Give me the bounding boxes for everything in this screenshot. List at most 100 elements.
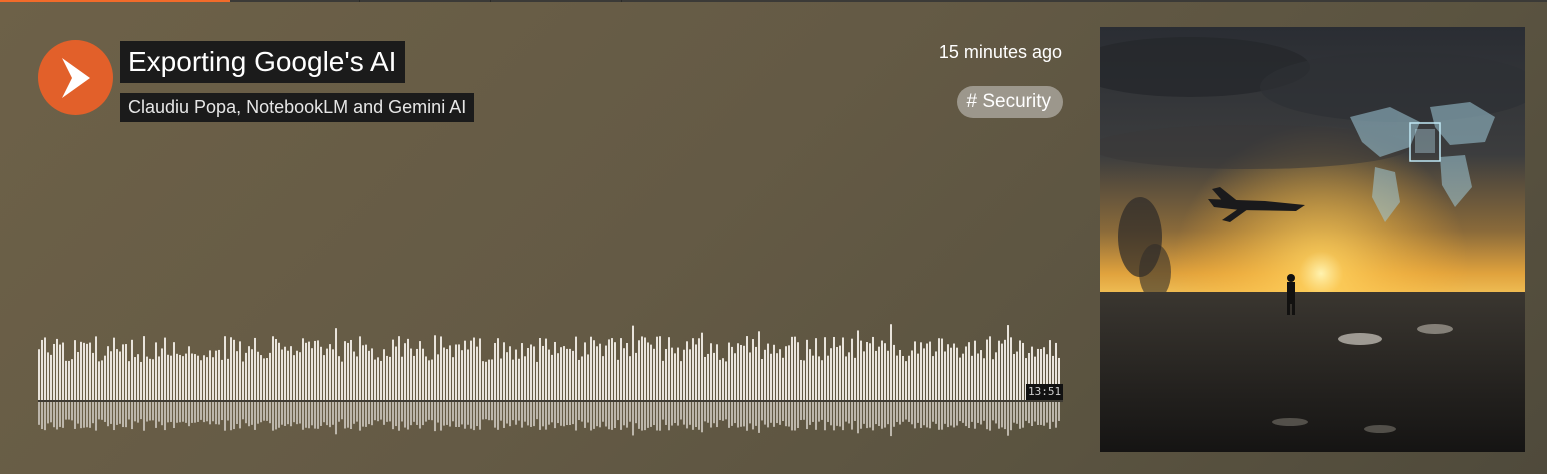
waveform-reflection: [653, 402, 655, 426]
waveform-bar: [347, 342, 349, 400]
waveform-bar: [431, 359, 433, 400]
waveform-reflection: [566, 402, 568, 426]
waveform-reflection: [506, 402, 508, 424]
waveform-bar: [308, 341, 310, 400]
waveform-bar: [125, 344, 127, 400]
waveform-bar: [236, 351, 238, 400]
waveform-bar: [329, 344, 331, 400]
waveform-reflection: [230, 402, 232, 431]
waveform-bar: [500, 358, 502, 400]
waveform-bar: [800, 359, 802, 400]
waveform-bar: [941, 338, 943, 400]
waveform-reflection: [884, 402, 886, 428]
waveform-bar: [1004, 339, 1006, 400]
waveform-bar: [62, 342, 64, 400]
waveform-reflection: [620, 402, 622, 430]
waveform-reflection: [965, 402, 967, 427]
waveform-bar: [839, 345, 841, 400]
waveform-bar: [836, 347, 838, 400]
waveform-reflection: [677, 402, 679, 426]
waveform-reflection: [755, 402, 757, 426]
waveform-reflection: [512, 402, 514, 421]
waveform-reflection: [1013, 402, 1015, 423]
waveform-bar: [563, 346, 565, 400]
waveform-reflection: [1004, 402, 1006, 430]
waveform-reflection: [911, 402, 913, 425]
waveform-bar: [689, 349, 691, 400]
waveform-bar: [86, 343, 88, 400]
waveform-bar: [668, 337, 670, 400]
waveform-bar: [281, 349, 283, 400]
waveform-bar: [854, 357, 856, 400]
waveform-bar: [434, 335, 436, 400]
waveform-reflection: [950, 402, 952, 426]
waveform-bar: [881, 340, 883, 400]
waveform[interactable]: [38, 318, 1063, 438]
waveform-reflection: [359, 402, 361, 431]
waveform-reflection: [458, 402, 460, 428]
waveform-bar: [959, 357, 961, 400]
tag-security[interactable]: # Security: [956, 86, 1063, 118]
waveform-bar: [728, 342, 730, 400]
waveform-bar: [182, 356, 184, 400]
top-progress-bar[interactable]: [0, 0, 1547, 2]
waveform-reflection: [740, 402, 742, 427]
waveform-bar: [341, 361, 343, 400]
waveform-reflection: [635, 402, 637, 424]
waveform-bar: [221, 359, 223, 400]
waveform-bar: [947, 344, 949, 400]
waveform-bar: [185, 353, 187, 400]
waveform-reflection: [350, 402, 352, 430]
waveform-bar: [767, 343, 769, 400]
waveform-reflection: [455, 402, 457, 427]
waveform-reflection: [329, 402, 331, 428]
waveform-bar: [704, 356, 706, 400]
waveform-reflection: [806, 402, 808, 430]
waveform-bar: [830, 348, 832, 400]
waveform-reflection: [539, 402, 541, 430]
waveform-reflection: [110, 402, 112, 424]
waveform-bar: [254, 337, 256, 400]
play-button[interactable]: [38, 40, 113, 115]
waveform-bar: [716, 344, 718, 400]
waveform-bar: [770, 353, 772, 400]
top-progress-divider: [621, 0, 622, 2]
waveform-bar: [200, 360, 202, 400]
waveform-bar: [239, 341, 241, 400]
waveform-reflection: [959, 402, 961, 422]
waveform-bar: [974, 340, 976, 400]
waveform-reflection: [404, 402, 406, 428]
waveform-reflection: [869, 402, 871, 428]
waveform-bar: [248, 346, 250, 400]
waveform-reflection: [62, 402, 64, 428]
waveform-reflection: [314, 402, 316, 429]
waveform-reflection: [305, 402, 307, 428]
waveform-bar: [842, 337, 844, 400]
waveform-reflection: [161, 402, 163, 426]
waveform-reflection: [347, 402, 349, 428]
waveform-bar: [203, 355, 205, 400]
waveform-bar: [1022, 342, 1024, 400]
waveform-bar: [665, 348, 667, 400]
waveform-reflection: [716, 402, 718, 428]
waveform-bar: [935, 351, 937, 400]
waveform-bar: [173, 342, 175, 400]
waveform-reflection: [710, 402, 712, 428]
waveform-bar: [161, 348, 163, 400]
waveform-bar: [245, 352, 247, 400]
waveform-bar: [803, 360, 805, 400]
waveform-bar: [698, 338, 700, 400]
waveform-reflection: [446, 402, 448, 425]
waveform-bar: [101, 360, 103, 400]
waveform-reflection: [737, 402, 739, 428]
waveform-reflection: [785, 402, 787, 427]
waveform-reflection: [791, 402, 793, 431]
waveform-bar: [623, 348, 625, 400]
waveform-bar: [251, 349, 253, 400]
waveform-reflection: [971, 402, 973, 422]
waveform-reflection: [524, 402, 526, 422]
waveform-bar: [50, 354, 52, 400]
waveform-reflection: [683, 402, 685, 425]
waveform-bar: [362, 345, 364, 400]
waveform-baseline: [38, 400, 1063, 402]
